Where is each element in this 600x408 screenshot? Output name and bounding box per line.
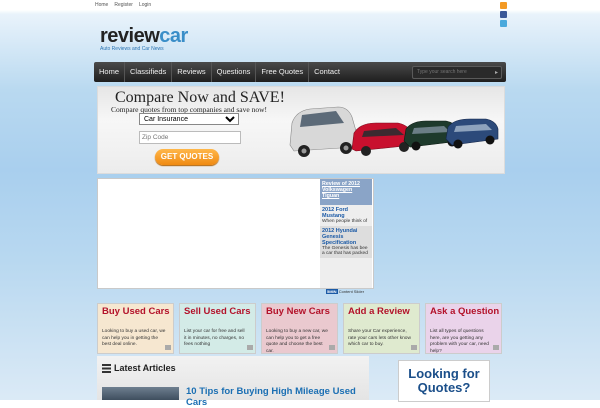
search-input[interactable] [417,68,487,76]
logo-review: review [100,25,160,47]
video-review-item[interactable]: 2012 Hyundai Genesis Specification The G… [320,226,372,258]
feature-box-sell-used[interactable]: Sell Used Cars List your car for free an… [179,303,256,354]
powered-badge: 5MIN [326,289,338,294]
arrow-icon[interactable] [493,345,499,350]
looking-for-quotes-box[interactable]: Looking for Quotes? [398,360,490,402]
nav-questions[interactable]: Questions [212,62,257,82]
search-go-icon[interactable]: ▸ [495,69,498,76]
silver-van-image [289,106,358,157]
nav-classifieds[interactable]: Classifieds [125,62,173,82]
nav-contact[interactable]: Contact [309,62,345,82]
quotes-box-line1: Looking for [408,366,480,381]
social-icons [500,2,509,29]
logo-wordmark: reviewcar [100,25,188,48]
feature-box-buy-used[interactable]: Buy Used Cars Looking to buy a used car,… [97,303,174,354]
main-nav: Home Classifieds Reviews Questions Free … [94,62,506,82]
feature-title: Add a Review [348,306,410,317]
feature-desc: Share your Car experience, rate your car… [348,329,411,347]
feature-box-buy-new[interactable]: Buy New Cars Looking to buy a new car, w… [261,303,338,354]
cars-image [289,106,499,157]
video-slider: Review of 2012 Volkswagen Tiguan 2012 Fo… [97,178,374,289]
twitter-icon[interactable] [500,20,507,27]
powered-text: Content Slider [338,289,365,294]
arrow-icon[interactable] [247,345,253,350]
search-box: ▸ [412,66,502,79]
feature-title: Sell Used Cars [184,306,251,317]
feature-title: Ask a Question [430,306,500,317]
top-links: Home Register Login [95,2,151,8]
video-review-item[interactable]: 2012 Ford Mustang When people think of [320,205,372,226]
feature-box-add-review[interactable]: Add a Review Share your Car experience, … [343,303,420,354]
get-quotes-button[interactable]: GET QUOTES [155,149,219,165]
insurance-type-select[interactable]: Car Insurance [139,113,239,125]
blue-car-image [445,118,499,149]
feature-title: Buy New Cars [266,306,330,317]
arrow-icon[interactable] [165,345,171,350]
nav-free-quotes[interactable]: Free Quotes [256,62,310,82]
feature-title: Buy Used Cars [102,306,170,317]
video-review-title: 2012 Hyundai Genesis Specification [322,228,358,246]
article-thumbnail[interactable] [102,387,179,400]
latest-heading: Latest Articles [114,363,176,373]
zip-code-input[interactable] [139,131,241,144]
feature-desc: Looking to buy a used car, we can help y… [102,329,166,347]
nav-home[interactable]: Home [94,62,126,82]
video-review-desc: When people think of [322,219,368,224]
video-review-title: Review of 2012 Volkswagen Tiguan [322,181,360,199]
arrow-icon[interactable] [329,345,335,350]
logo-car: car [159,25,188,47]
feature-desc: List your car for free and sell it in mi… [184,329,245,347]
article-title-link[interactable]: 10 Tips for Buying High Mileage Used Car… [186,386,369,408]
quotes-box-line2: Quotes? [417,380,471,395]
toplink-login[interactable]: Login [139,2,151,8]
list-icon [102,363,111,373]
video-review-item[interactable]: Review of 2012 Volkswagen Tiguan [320,179,372,205]
video-review-title: 2012 Ford Mustang [322,207,348,219]
facebook-icon[interactable] [500,11,507,18]
rss-icon[interactable] [500,2,507,9]
feature-desc: Looking to buy a new car, we can help yo… [266,329,328,354]
arrow-icon[interactable] [411,345,417,350]
toplink-home[interactable]: Home [95,2,108,8]
quote-banner: Compare Now and SAVE! Compare quotes fro… [97,86,505,174]
site-logo[interactable]: reviewcar Auto Reviews and Car News [100,25,188,52]
nav-reviews[interactable]: Reviews [172,62,212,82]
video-review-desc: The Genesis has bee a car that has packe… [322,246,368,256]
toplink-register[interactable]: Register [114,2,133,8]
powered-by[interactable]: 5MIN Content Slider [326,289,364,294]
latest-articles: Latest Articles 10 Tips for Buying High … [97,356,369,408]
feature-box-ask-question[interactable]: Ask a Question List all types of questio… [425,303,502,354]
feature-desc: List all types of questions here, are yo… [430,329,489,354]
video-review-list: Review of 2012 Volkswagen Tiguan 2012 Fo… [320,179,372,288]
